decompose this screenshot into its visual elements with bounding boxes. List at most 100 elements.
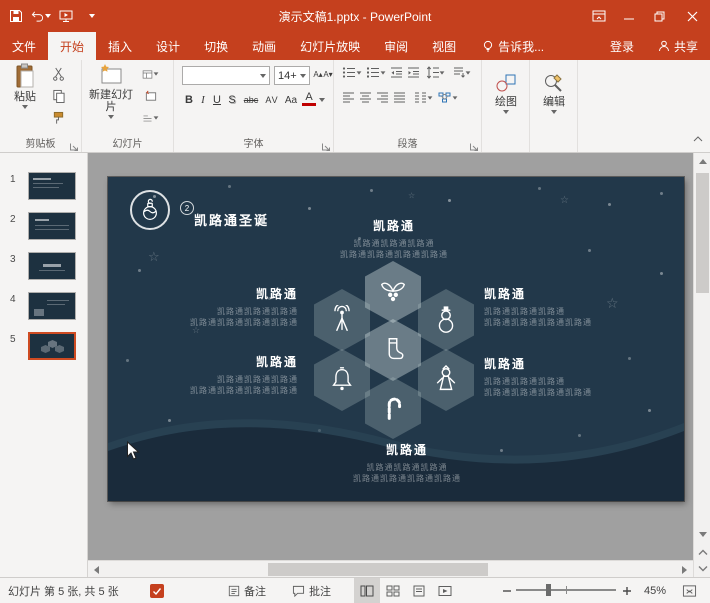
slide-title-block[interactable]: 2 凯路通圣诞 [130,190,269,230]
zoom-level-button[interactable]: 45% [644,578,666,603]
vertical-scroll-thumb[interactable] [696,173,709,293]
comments-label: 批注 [309,583,331,599]
scroll-right-button[interactable] [676,561,693,577]
hexagon-signal-tower[interactable] [314,289,370,351]
notes-button[interactable]: 备注 [228,578,266,603]
tab-home[interactable]: 开始 [48,32,96,60]
font-name-combo[interactable] [182,66,270,85]
paragraph-dialog-launcher[interactable] [469,139,479,149]
tab-animations[interactable]: 动画 [240,32,288,60]
hexagon-holly[interactable] [365,261,421,323]
bold-button[interactable]: B [182,91,196,109]
shrink-font-button[interactable]: A▾ [322,65,334,83]
bullets-button[interactable] [342,66,362,79]
columns-button[interactable] [414,91,433,104]
comments-button[interactable]: 批注 [292,578,331,603]
text-node-right-upper[interactable]: 凯路通 凯路通凯路通凯路通 凯路通凯路通凯路通凯路通 [484,285,644,328]
copy-button[interactable] [50,88,67,104]
reading-view-button[interactable] [406,578,432,603]
slide-thumbnail-panel: 1 2 3 4 [0,153,88,577]
font-size-combo[interactable]: 14+ [274,66,310,85]
slide-counter[interactable]: 幻灯片 第 5 张, 共 5 张 [8,578,119,603]
thumbnail-slide-3[interactable]: 3 [0,252,88,286]
decrease-indent-button[interactable] [390,66,403,79]
convert-smartart-button[interactable] [438,91,458,104]
hexagon-snowman[interactable] [418,289,474,351]
fit-slide-to-window-button[interactable] [682,578,697,603]
slideshow-view-button[interactable] [432,578,458,603]
cut-button[interactable] [50,66,67,82]
restore-button[interactable] [644,0,674,32]
zoom-slider-thumb[interactable] [546,584,551,596]
text-node-bottom[interactable]: 凯路通 凯路通凯路通凯路通 凯路通凯路通凯路通凯路通 [307,441,507,484]
editing-button[interactable]: 编辑 [534,72,574,114]
normal-view-button[interactable] [354,578,380,603]
zoom-in-button[interactable] [622,578,632,603]
strikethrough-button[interactable]: abc [240,91,262,109]
zoom-out-button[interactable] [502,578,512,603]
tab-view[interactable]: 视图 [420,32,468,60]
sign-in-button[interactable]: 登录 [598,32,646,60]
zoom-slider[interactable] [516,578,616,603]
clipboard-dialog-launcher[interactable] [69,139,79,149]
layout-button[interactable] [142,66,159,82]
line-spacing-button[interactable] [426,66,445,79]
slide-canvas[interactable]: ☆ ☆ ☆ ☆ ☆ ☆ ☆ ☆ [108,177,684,501]
increase-indent-button[interactable] [407,66,420,79]
text-node-right-lower[interactable]: 凯路通 凯路通凯路通凯路通 凯路通凯路通凯路通凯路通 [484,355,644,398]
thumbnail-slide-1[interactable]: 1 [0,172,88,206]
justify-button[interactable] [393,91,406,104]
horizontal-scrollbar[interactable] [88,560,693,577]
paste-button[interactable]: 粘贴 [6,63,44,109]
align-left-button[interactable] [342,91,355,104]
tab-review[interactable]: 审阅 [372,32,420,60]
minimize-button[interactable] [614,0,644,32]
numbering-button[interactable] [366,66,386,79]
font-color-dropdown[interactable] [318,91,326,109]
scroll-down-button[interactable] [694,526,710,543]
tab-transitions[interactable]: 切换 [192,32,240,60]
notes-icon [228,585,240,597]
tab-file[interactable]: 文件 [0,32,48,60]
thumbnail-slide-4[interactable]: 4 [0,292,88,326]
font-color-button[interactable]: A [302,91,316,106]
slide-sorter-view-button[interactable] [380,578,406,603]
align-right-button[interactable] [376,91,389,104]
section-button[interactable] [142,110,159,126]
font-dialog-launcher[interactable] [321,139,331,149]
ribbon-display-options-button[interactable] [584,0,614,32]
reset-button[interactable] [142,88,159,104]
tab-insert[interactable]: 插入 [96,32,144,60]
italic-button[interactable]: I [197,91,209,109]
text-shadow-button[interactable]: S [225,91,239,109]
restore-icon [654,11,665,22]
tell-me-box[interactable]: 告诉我... [472,32,554,60]
text-node-left-lower[interactable]: 凯路通 凯路通凯路通凯路通 凯路通凯路通凯路通凯路通 [148,353,298,396]
new-slide-button[interactable]: 新建幻灯片 [88,63,134,119]
proofing-status-button[interactable] [150,578,164,603]
text-direction-button[interactable] [452,66,471,79]
tab-slideshow[interactable]: 幻灯片放映 [288,32,372,60]
underline-button[interactable]: U [210,91,224,109]
close-button[interactable] [674,0,710,32]
ribbon: 粘贴 剪贴板 新建幻灯片 [0,60,710,153]
format-painter-button[interactable] [50,110,67,126]
thumbnail-slide-5-selected[interactable]: 5 [0,332,88,366]
tab-design[interactable]: 设计 [144,32,192,60]
text-node-top[interactable]: 凯路通 凯路通凯路通凯路通 凯路通凯路通凯路通凯路通 [294,217,494,260]
change-case-button[interactable]: Aa [282,91,300,109]
text-node-left-upper[interactable]: 凯路通 凯路通凯路通凯路通 凯路通凯路通凯路通凯路通 [148,285,298,328]
scroll-left-button[interactable] [88,561,105,577]
vertical-scrollbar[interactable] [693,153,710,577]
previous-slide-button[interactable] [694,543,710,560]
next-slide-button[interactable] [694,560,710,577]
horizontal-scroll-thumb[interactable] [268,563,488,576]
align-center-button[interactable] [359,91,372,104]
thumbnail-slide-2[interactable]: 2 [0,212,88,246]
share-button[interactable]: 共享 [646,32,710,60]
drawing-button[interactable]: 绘图 [486,72,526,114]
scroll-up-button[interactable] [694,153,710,170]
collapse-ribbon-button[interactable] [692,130,704,148]
character-spacing-button[interactable]: AV [263,91,281,109]
hexagon-stocking[interactable] [365,319,421,381]
